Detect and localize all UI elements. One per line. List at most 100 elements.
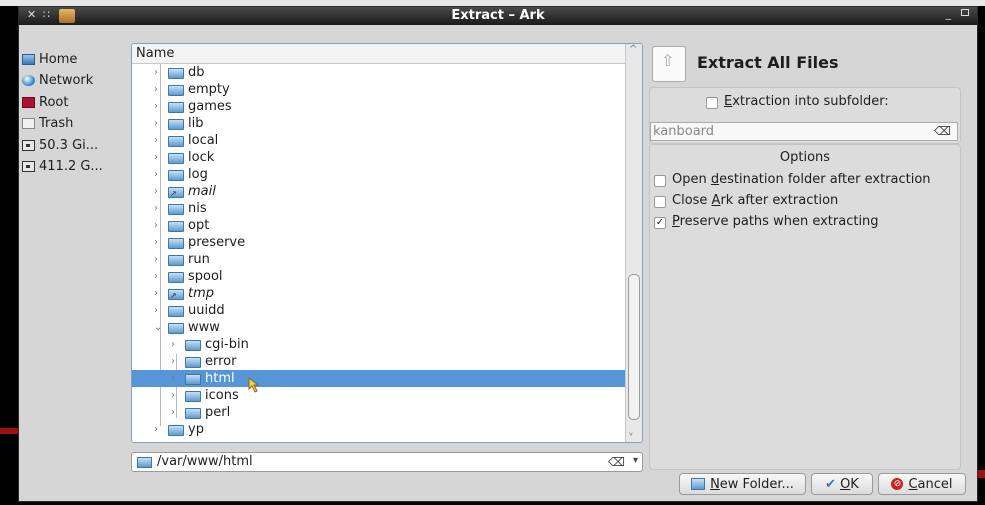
disk-icon bbox=[22, 160, 35, 172]
folder-icon bbox=[185, 357, 201, 368]
trash-icon bbox=[22, 117, 35, 129]
folder-icon bbox=[185, 374, 201, 385]
chevron-right-icon[interactable]: › bbox=[171, 353, 175, 370]
tree-row[interactable]: › uuidd bbox=[132, 302, 625, 319]
tree-row-label: local bbox=[188, 133, 219, 148]
tree-row[interactable]: › lock bbox=[132, 149, 625, 166]
chevron-right-icon[interactable]: › bbox=[154, 149, 158, 166]
scrollbar-thumb[interactable] bbox=[628, 274, 640, 420]
folder-icon bbox=[168, 287, 184, 304]
place-disk-1[interactable]: 50.3 Gi... bbox=[22, 135, 130, 155]
tree-row[interactable]: › yp bbox=[132, 421, 625, 438]
chevron-right-icon[interactable]: › bbox=[154, 115, 158, 132]
tree-row[interactable]: › spool bbox=[132, 268, 625, 285]
tree-row[interactable]: › tmp bbox=[132, 285, 625, 304]
folder-icon bbox=[168, 323, 184, 334]
tree-row[interactable]: › icons bbox=[132, 387, 625, 404]
tree-row-label: nis bbox=[188, 201, 207, 216]
chevron-right-icon[interactable]: › bbox=[154, 132, 158, 149]
cancel-label: Cancel bbox=[908, 476, 953, 492]
ok-button[interactable]: ✔ OK bbox=[811, 473, 873, 495]
chevron-right-icon[interactable]: › bbox=[154, 217, 158, 234]
tree-row[interactable]: › log bbox=[132, 166, 625, 183]
vertical-scrollbar[interactable]: ^ ᵛ bbox=[625, 44, 642, 442]
new-folder-button[interactable]: New Folder... bbox=[679, 473, 806, 495]
folder-icon bbox=[168, 85, 184, 96]
folder-icon bbox=[168, 185, 184, 202]
tree-row[interactable]: › opt bbox=[132, 217, 625, 234]
minimize-icon[interactable]: _ bbox=[946, 7, 952, 20]
chevron-right-icon[interactable]: › bbox=[154, 268, 158, 285]
destination-path-combo[interactable]: /var/www/html ⌫ ▾ bbox=[131, 452, 643, 472]
tree-row[interactable]: › lib bbox=[132, 115, 625, 132]
column-header-name[interactable]: Name bbox=[132, 44, 625, 64]
chevron-right-icon[interactable]: › bbox=[154, 234, 158, 251]
tree-row[interactable]: › local bbox=[132, 132, 625, 149]
chevron-right-icon[interactable]: › bbox=[154, 166, 158, 183]
subfolder-label-text: xtraction into subfolder: bbox=[732, 94, 889, 109]
tree-row[interactable]: › html bbox=[132, 370, 625, 387]
tree-row[interactable]: › db bbox=[132, 64, 625, 81]
chevron-right-icon[interactable]: › bbox=[171, 404, 175, 421]
folder-icon bbox=[168, 238, 184, 249]
tree-row[interactable]: › perl bbox=[132, 404, 625, 421]
tree-row[interactable]: › preserve bbox=[132, 234, 625, 251]
chevron-right-icon[interactable]: › bbox=[154, 302, 158, 319]
folder-icon bbox=[168, 119, 184, 130]
chevron-right-icon[interactable]: › bbox=[154, 285, 158, 302]
folder-icon bbox=[168, 102, 184, 113]
tree-row[interactable]: › mail bbox=[132, 183, 625, 202]
tree-row[interactable]: › nis bbox=[132, 200, 625, 217]
panel-title: Extract All Files bbox=[697, 53, 839, 72]
chevron-right-icon[interactable]: › bbox=[154, 421, 158, 438]
chevron-right-icon[interactable]: › bbox=[171, 370, 175, 387]
tree-row-label: cgi-bin bbox=[205, 337, 249, 352]
title-bar[interactable]: ✕ ∷ Extract – Ark _ bbox=[19, 7, 977, 25]
tree-row[interactable]: ⌄ www bbox=[132, 319, 625, 336]
preserve-paths-label: Preserve paths when extracting bbox=[672, 214, 879, 229]
chevron-right-icon[interactable]: › bbox=[171, 387, 175, 404]
new-folder-icon bbox=[691, 478, 706, 490]
tree-row-label: preserve bbox=[188, 235, 246, 250]
chevron-right-icon[interactable]: › bbox=[154, 200, 158, 217]
chevron-right-icon[interactable]: › bbox=[154, 251, 158, 268]
tree-row[interactable]: › empty bbox=[132, 81, 625, 98]
close-ark-checkbox[interactable] bbox=[654, 196, 666, 208]
tree-row-label: www bbox=[188, 320, 220, 335]
chevron-down-icon[interactable]: ⌄ bbox=[154, 319, 162, 336]
tree-row[interactable]: › games bbox=[132, 98, 625, 115]
folder-tree[interactable]: Name › db › empty › games › lib › local › lock › log ›… bbox=[131, 43, 643, 443]
place-label: Trash bbox=[39, 115, 74, 131]
scroll-down-icon[interactable]: ᵛ bbox=[629, 431, 633, 442]
subfolder-checkbox[interactable] bbox=[706, 97, 718, 109]
scroll-up-icon[interactable]: ^ bbox=[629, 44, 637, 55]
tree-row[interactable]: › run bbox=[132, 251, 625, 268]
chevron-right-icon[interactable]: › bbox=[154, 64, 158, 81]
clear-input-icon[interactable]: ⌫ bbox=[934, 123, 951, 140]
preserve-paths-checkbox[interactable]: ✓ bbox=[654, 217, 666, 229]
clear-path-icon[interactable]: ⌫ bbox=[608, 455, 625, 469]
folder-icon bbox=[168, 425, 184, 436]
place-disk-2[interactable]: 411.2 G... bbox=[22, 156, 130, 176]
open-destination-checkbox[interactable] bbox=[654, 175, 666, 187]
tree-row[interactable]: › cgi-bin bbox=[132, 336, 625, 353]
option-text-a: Open bbox=[672, 172, 711, 187]
cancel-button[interactable]: ⊘ Cancel bbox=[878, 473, 966, 495]
chevron-right-icon[interactable]: › bbox=[154, 81, 158, 98]
place-root[interactable]: Root bbox=[22, 92, 130, 112]
chevron-right-icon[interactable]: › bbox=[154, 183, 158, 200]
maximize-icon[interactable] bbox=[961, 9, 969, 16]
ok-icon: ✔ bbox=[825, 476, 837, 492]
place-trash[interactable]: Trash bbox=[22, 113, 130, 133]
tree-rows: ›db›empty›games›lib›local›lock›log›mail›… bbox=[132, 64, 625, 438]
tree-row-label: empty bbox=[188, 82, 230, 97]
place-label: 50.3 Gi... bbox=[39, 137, 99, 153]
place-home[interactable]: Home bbox=[22, 49, 130, 69]
place-network[interactable]: Network bbox=[22, 70, 130, 90]
chevron-right-icon[interactable]: › bbox=[171, 336, 175, 353]
options-title: Options bbox=[779, 150, 831, 165]
subfolder-name-input[interactable]: kanboard ⌫ bbox=[650, 122, 958, 141]
chevron-right-icon[interactable]: › bbox=[154, 98, 158, 115]
chevron-down-icon[interactable]: ▾ bbox=[633, 455, 638, 466]
tree-row[interactable]: › error bbox=[132, 353, 625, 370]
